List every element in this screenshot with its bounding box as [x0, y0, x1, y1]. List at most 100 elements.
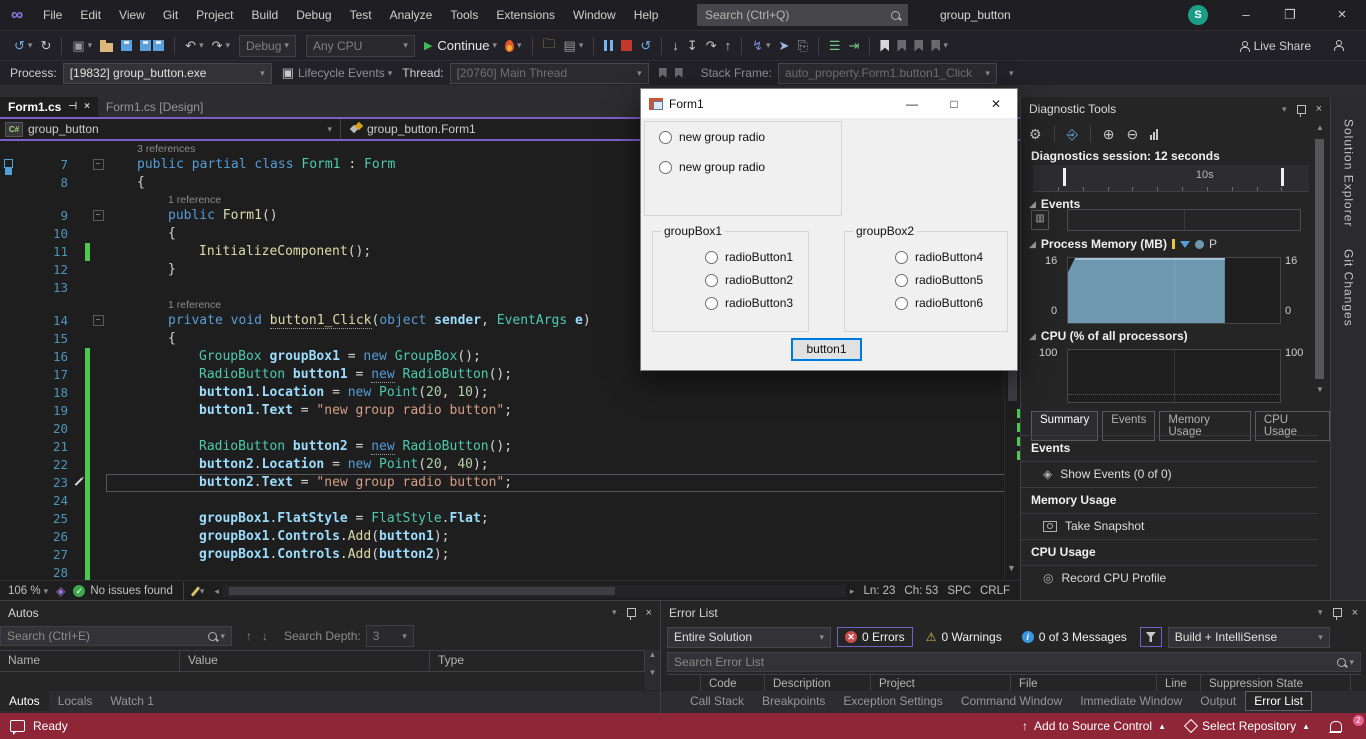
panel-tab-autos[interactable]: Autos: [0, 691, 49, 711]
menu-item-help[interactable]: Help: [625, 0, 668, 30]
feedback-icon[interactable]: [1333, 39, 1348, 53]
events-track-icon[interactable]: ▥: [1031, 210, 1049, 230]
menu-item-git[interactable]: Git: [154, 0, 187, 30]
zoom-in-icon[interactable]: ⊕: [1103, 126, 1115, 143]
show-next-statement-icon[interactable]: ↯▾: [752, 38, 770, 54]
code-cleanup-icon[interactable]: [191, 586, 200, 596]
step-over-icon[interactable]: ↧: [687, 38, 698, 54]
form-close-button[interactable]: ✕: [975, 97, 1017, 111]
radio-button-1[interactable]: radioButton1: [705, 250, 793, 264]
scroll-down-icon[interactable]: ▼: [1316, 385, 1324, 394]
peek-definition-icon[interactable]: ⎘: [797, 38, 807, 54]
cursor-icon[interactable]: ➤: [779, 38, 790, 54]
code-line[interactable]: 28: [0, 564, 1020, 580]
errors-toggle[interactable]: ✕ 0 Errors: [837, 627, 913, 647]
open-folder-icon[interactable]: [100, 40, 113, 52]
stop-debug-icon[interactable]: [621, 40, 632, 51]
panel-tab-exception-settings[interactable]: Exception Settings: [834, 691, 951, 711]
tab-form1-cs[interactable]: Form1.cs⊣×: [0, 97, 98, 117]
zoom-level-dropdown[interactable]: 106 %: [8, 585, 41, 597]
menu-item-build[interactable]: Build: [243, 0, 288, 30]
reset-view-icon[interactable]: [1150, 129, 1158, 140]
notifications-button[interactable]: 2: [1320, 713, 1366, 739]
editor-horizontal-scrollbar[interactable]: [223, 585, 846, 597]
form-minimize-button[interactable]: —: [891, 97, 933, 111]
search-down-icon[interactable]: ↓: [262, 629, 268, 643]
panel-tab-output[interactable]: Output: [1191, 691, 1245, 711]
scroll-up-icon[interactable]: ▲: [1316, 123, 1324, 132]
events-track[interactable]: [1067, 209, 1301, 231]
code-line[interactable]: 26groupBox1.Controls.Add(button1);: [0, 528, 1020, 546]
issues-status[interactable]: No issues found: [90, 585, 172, 597]
scope-dropdown[interactable]: Entire Solution▾: [667, 627, 831, 648]
code-line[interactable]: 24: [0, 492, 1020, 510]
pin-icon[interactable]: [1297, 105, 1306, 114]
close-icon[interactable]: ×: [1316, 103, 1322, 115]
select-repository-button[interactable]: Select Repository ▲: [1176, 713, 1320, 739]
radio-button-3[interactable]: radioButton3: [705, 296, 793, 310]
undo-icon[interactable]: ↶▾: [185, 38, 203, 54]
minimize-button[interactable]: –: [1224, 0, 1268, 30]
window-position-icon[interactable]: ▾: [612, 607, 617, 618]
menu-item-extensions[interactable]: Extensions: [487, 0, 564, 30]
build-filter-dropdown[interactable]: Build + IntelliSense▾: [1168, 627, 1330, 648]
timeline-ruler[interactable]: 10s: [1033, 165, 1309, 192]
messages-toggle[interactable]: i 0 of 3 Messages: [1015, 627, 1134, 647]
radio-button-3[interactable]: radioButton6: [895, 296, 983, 310]
indent-more-icon[interactable]: ⇥: [849, 38, 860, 54]
code-line[interactable]: 20: [0, 420, 1020, 438]
button1[interactable]: button1: [791, 338, 862, 361]
close-icon[interactable]: ×: [1352, 607, 1358, 619]
breadcrumb-type-dropdown[interactable]: group_button.Form1: [340, 119, 476, 139]
column-header-name[interactable]: Name: [0, 651, 180, 671]
redo-icon[interactable]: ↷▾: [212, 38, 230, 54]
step-into-icon[interactable]: ↓: [672, 38, 679, 53]
scroll-down-icon[interactable]: ▼: [1007, 563, 1016, 573]
user-avatar[interactable]: S: [1188, 5, 1208, 25]
side-tab-git-changes[interactable]: Git Changes: [1342, 241, 1356, 327]
add-to-source-control-button[interactable]: ↑ Add to Source Control ▲: [1012, 713, 1176, 739]
process-dropdown[interactable]: [19832] group_button.exe▾: [63, 63, 272, 84]
lifecycle-label[interactable]: Lifecycle Events: [298, 66, 385, 80]
radio-button-2[interactable]: radioButton5: [895, 273, 983, 287]
flat-radio-2[interactable]: new group radio: [659, 160, 765, 174]
side-tab-solution-explorer[interactable]: Solution Explorer: [1342, 111, 1356, 227]
warnings-toggle[interactable]: ⚠ 0 Warnings: [919, 627, 1009, 647]
radio-button-2[interactable]: radioButton2: [705, 273, 793, 287]
close-button[interactable]: ×: [1320, 0, 1364, 30]
quick-search-input[interactable]: Search (Ctrl+Q): [697, 4, 908, 26]
code-line[interactable]: 23button2.Text = "new group radio button…: [0, 474, 1020, 492]
pin-icon[interactable]: ⊣: [68, 97, 77, 117]
summary-action-events[interactable]: ◈Show Events (0 of 0): [1021, 461, 1317, 487]
solution-config-dropdown[interactable]: Debug▾: [239, 35, 296, 57]
codelens-references[interactable]: 1 reference: [168, 194, 221, 206]
window-position-icon[interactable]: ▾: [1318, 607, 1323, 618]
thread-dropdown[interactable]: [20760] Main Thread▾: [450, 63, 649, 84]
panel-tab-call-stack[interactable]: Call Stack: [681, 691, 753, 711]
fold-collapse-icon[interactable]: −: [93, 315, 104, 326]
form1-title-bar[interactable]: Form1 — □ ✕: [641, 89, 1017, 118]
menu-item-window[interactable]: Window: [564, 0, 625, 30]
menu-item-analyze[interactable]: Analyze: [381, 0, 442, 30]
memory-section-header[interactable]: ◢ Process Memory (MB) P: [1029, 237, 1217, 251]
radio-button-1[interactable]: radioButton4: [895, 250, 983, 264]
fold-collapse-icon[interactable]: −: [93, 210, 104, 221]
flat-radio-1[interactable]: new group radio: [659, 130, 765, 144]
panel-tab-locals[interactable]: Locals: [49, 691, 102, 711]
bookmark-icon[interactable]: [880, 40, 889, 52]
window-position-icon[interactable]: ▾: [1282, 104, 1287, 115]
menu-item-tools[interactable]: Tools: [441, 0, 487, 30]
eol-indicator[interactable]: CRLF: [980, 585, 1010, 597]
close-icon[interactable]: ×: [84, 97, 90, 117]
codelens-references[interactable]: 1 reference: [168, 299, 221, 311]
step-up-icon[interactable]: ↑: [725, 38, 732, 53]
scroll-left-icon[interactable]: ◂: [214, 586, 219, 597]
code-line[interactable]: 22button2.Location = new Point(20, 40);: [0, 456, 1020, 474]
panel-tab-breakpoints[interactable]: Breakpoints: [753, 691, 834, 711]
code-line[interactable]: 18button1.Location = new Point(20, 10);: [0, 384, 1020, 402]
error-list-search-input[interactable]: Search Error List ▾: [667, 652, 1361, 672]
code-line[interactable]: 19button1.Text = "new group radio button…: [0, 402, 1020, 420]
export-icon[interactable]: ⎆: [1067, 126, 1078, 143]
menu-item-test[interactable]: Test: [341, 0, 381, 30]
summary-action-record[interactable]: ◎Record CPU Profile: [1021, 565, 1317, 591]
